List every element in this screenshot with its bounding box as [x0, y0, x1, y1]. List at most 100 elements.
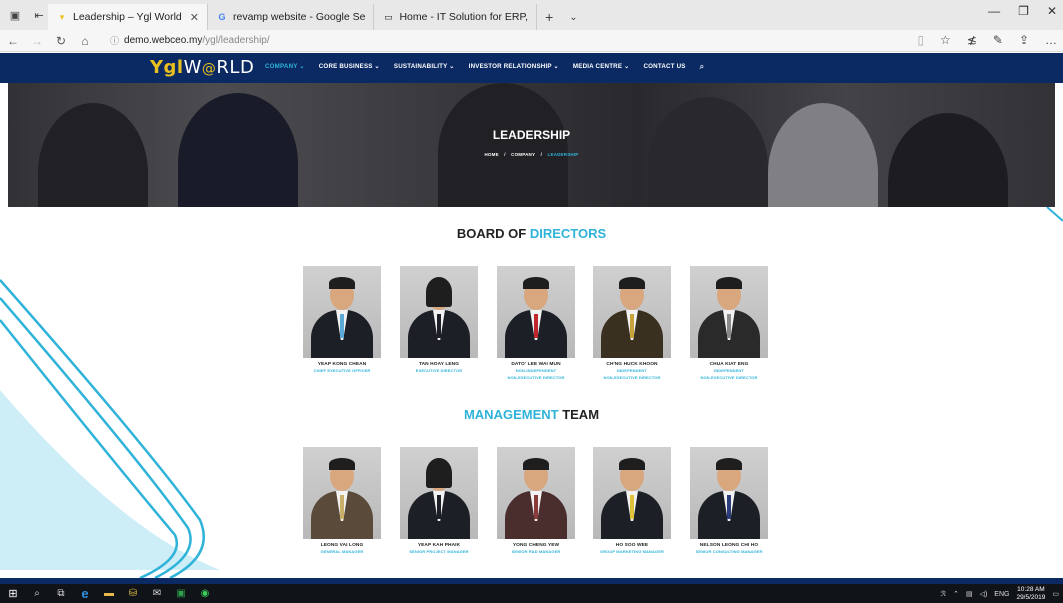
- restore-icon[interactable]: ❐: [1018, 4, 1029, 18]
- tab-label: revamp website - Google Se: [232, 11, 366, 23]
- google-icon: G: [218, 12, 226, 22]
- browser-toolbar: ▯ ☆ ≴ ✎ ⇪ …: [917, 33, 1057, 47]
- main-menu: COMPANY ⌄ CORE BUSINESS ⌄ SUSTAINABILITY…: [265, 62, 705, 72]
- ygl-favicon-icon: ▾: [59, 11, 65, 22]
- board-member[interactable]: YEAP KONG CHEAN CHIEF EXECUTIVE OFFICER: [303, 266, 381, 374]
- more-icon[interactable]: …: [1045, 33, 1057, 47]
- member-role-line2: NON-EXECUTIVE DIRECTOR: [507, 375, 565, 380]
- member-name: YEAP KONG CHEAN: [317, 362, 367, 367]
- tab-leadership[interactable]: ▾ Leadership – Ygl World ✕: [48, 4, 208, 30]
- tab-actions-icon[interactable]: ▣: [6, 6, 24, 24]
- tab-list-chevron-icon[interactable]: ⌄: [561, 4, 585, 30]
- clock-date: 29/5/2019: [1016, 594, 1046, 601]
- people-icon[interactable]: ℛ: [940, 590, 946, 598]
- management-title-b: TEAM: [558, 407, 600, 422]
- language-indicator[interactable]: ENG: [994, 591, 1009, 598]
- url-host: demo.webceo.my: [124, 35, 203, 46]
- back-icon[interactable]: ←: [2, 34, 24, 48]
- menu-sustainability[interactable]: SUSTAINABILITY ⌄: [394, 63, 455, 72]
- menu-investor-relationship[interactable]: INVESTOR RELATIONSHIP ⌄: [469, 63, 559, 72]
- task-view-icon[interactable]: ⧉: [50, 584, 72, 603]
- page-title: LEADERSHIP: [492, 128, 571, 142]
- refresh-icon[interactable]: ↻: [50, 34, 72, 48]
- management-member[interactable]: LEONG VAI LONG GENERAL MANAGER: [303, 447, 381, 555]
- member-name: CH'NG HUCK KHOON: [606, 362, 658, 367]
- ygl-world-logo[interactable]: YglW@RLD: [150, 57, 254, 78]
- file-explorer-icon[interactable]: ▬: [98, 584, 120, 603]
- breadcrumb-company[interactable]: COMPANY: [511, 152, 535, 157]
- menu-company[interactable]: COMPANY ⌄: [265, 63, 305, 72]
- favorite-star-icon[interactable]: ☆: [940, 33, 951, 47]
- network-icon[interactable]: ▤: [966, 590, 973, 598]
- management-member[interactable]: HO SOO WEE GROUP MARKETING MANAGER: [593, 447, 671, 555]
- close-tab-icon[interactable]: ✕: [190, 11, 199, 24]
- member-name: CHUA KIAT ENG: [709, 362, 749, 367]
- notifications-icon[interactable]: ▭: [1052, 590, 1059, 598]
- avatar: [593, 266, 671, 358]
- avatar: [497, 266, 575, 358]
- member-role: GENERAL MANAGER: [320, 549, 364, 554]
- member-role: NON-INDEPENDENT: [515, 368, 557, 373]
- home-icon[interactable]: ⌂: [74, 34, 96, 48]
- member-name: NELSON LEONG CHI HO: [699, 543, 759, 548]
- board-member[interactable]: DATO' LEE WAI MUN NON-INDEPENDENT NON-EX…: [497, 266, 575, 381]
- menu-media-centre[interactable]: MEDIA CENTRE ⌄: [573, 63, 630, 72]
- store-icon[interactable]: ⛁: [122, 584, 144, 603]
- member-role: GROUP MARKETING MANAGER: [599, 549, 664, 554]
- tab-it-solution[interactable]: ▭ Home - IT Solution for ERP,: [374, 4, 538, 30]
- member-name: HO SOO WEE: [615, 543, 649, 548]
- board-member[interactable]: CHUA KIAT ENG INDEPENDENT NON-EXECUTIVE …: [690, 266, 768, 381]
- breadcrumb: HOME / COMPANY / LEADERSHIP: [8, 152, 1055, 157]
- share-icon[interactable]: ⇪: [1019, 33, 1029, 47]
- management-member[interactable]: YONG CHENG YEW SENIOR R&D MANAGER: [497, 447, 575, 555]
- menu-core-business[interactable]: CORE BUSINESS ⌄: [319, 63, 380, 72]
- pen-icon[interactable]: ✎: [993, 33, 1003, 47]
- tab-label: Home - IT Solution for ERP,: [399, 11, 529, 23]
- whatsapp-icon[interactable]: ◉: [194, 584, 216, 603]
- member-name: TAN HOAY LENG: [418, 362, 460, 367]
- breadcrumb-current: LEADERSHIP: [547, 152, 579, 157]
- volume-icon[interactable]: ◁): [980, 590, 988, 598]
- show-hidden-icons-chevron-icon[interactable]: ⌃: [953, 590, 959, 598]
- tie-1-3: [630, 495, 634, 519]
- windows-taskbar: ⊞ ⌕ ⧉ e ▬ ⛁ ✉ ▣ ◉ ℛ ⌃ ▤ ◁) ENG 10:28 AM …: [0, 584, 1063, 603]
- management-title: MANAGEMENT TEAM: [0, 407, 1063, 422]
- favorites-hub-icon[interactable]: ≴: [967, 33, 977, 47]
- forward-icon[interactable]: →: [26, 34, 48, 48]
- management-member[interactable]: YEAP KAH PHAIK SENIOR PROJECT MANAGER: [400, 447, 478, 555]
- windows-start-icon[interactable]: ⊞: [2, 584, 24, 603]
- logo-globe: @: [201, 61, 217, 77]
- member-role: INDEPENDENT: [714, 368, 744, 373]
- new-tab-button[interactable]: +: [537, 4, 561, 30]
- avatar: [303, 266, 381, 358]
- member-name: YEAP KAH PHAIK: [417, 543, 461, 548]
- search-icon[interactable]: ⌕: [26, 584, 48, 603]
- search-icon[interactable]: ⌕: [700, 62, 705, 72]
- breadcrumb-separator: /: [504, 152, 506, 157]
- avatar: [400, 447, 478, 539]
- mail-icon[interactable]: ✉: [146, 584, 168, 603]
- tie-1-0: [340, 495, 344, 519]
- clock[interactable]: 10:28 AM 29/5/2019: [1016, 586, 1045, 602]
- tab-google[interactable]: G revamp website - Google Se: [208, 4, 375, 30]
- project-app-icon[interactable]: ▣: [170, 584, 192, 603]
- management-member[interactable]: NELSON LEONG CHI HO SENIOR CONSULTING MA…: [690, 447, 768, 555]
- url-field[interactable]: ⓘ demo.webceo.my/ygl/leadership/: [110, 34, 270, 47]
- avatar: [497, 447, 575, 539]
- logo-w: W: [183, 57, 202, 78]
- avatar: [690, 266, 768, 358]
- breadcrumb-separator: /: [540, 152, 543, 157]
- breadcrumb-home[interactable]: HOME: [484, 152, 498, 157]
- member-name: LEONG VAI LONG: [320, 543, 364, 548]
- set-tabs-aside-icon[interactable]: ⇤: [30, 6, 48, 24]
- reading-view-icon[interactable]: ▯: [917, 33, 924, 47]
- board-member[interactable]: TAN HOAY LENG EXECUTIVE DIRECTOR: [400, 266, 478, 374]
- info-icon[interactable]: ⓘ: [110, 34, 119, 47]
- edge-browser-icon[interactable]: e: [74, 584, 96, 603]
- avatar: [400, 266, 478, 358]
- close-window-icon[interactable]: ✕: [1047, 4, 1057, 18]
- menu-contact-us[interactable]: CONTACT US: [643, 63, 685, 72]
- tie-1-4: [727, 495, 731, 519]
- minimize-icon[interactable]: —: [988, 4, 1000, 18]
- board-member[interactable]: CH'NG HUCK KHOON INDEPENDENT NON-EXECUTI…: [593, 266, 671, 381]
